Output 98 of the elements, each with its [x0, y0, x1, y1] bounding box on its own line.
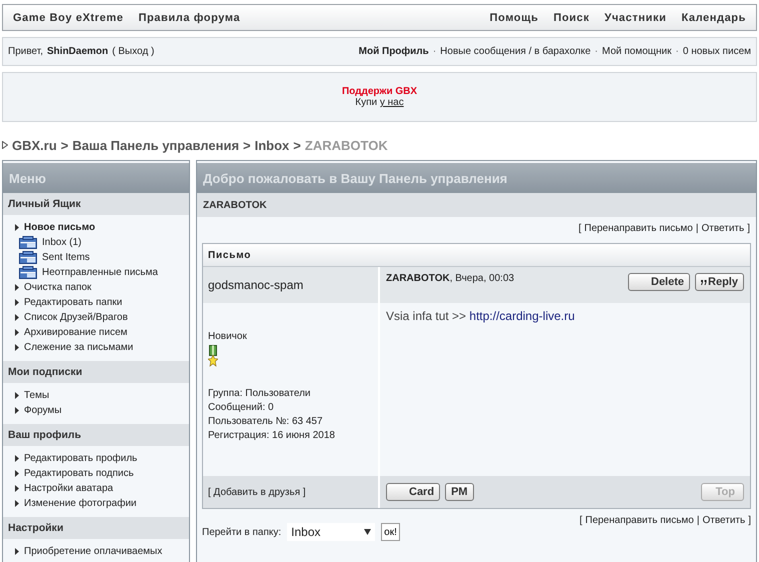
profile-button[interactable]: PM: [445, 483, 474, 501]
section-title: Личный Ящик: [3, 193, 189, 215]
profile-info: Группа: Пользователи: [208, 387, 312, 401]
bullet-icon: [15, 284, 19, 291]
menu-link[interactable]: Редактировать папки: [24, 297, 122, 308]
action-link[interactable]: Ответить: [702, 515, 746, 529]
menu-link[interactable]: Очистка папок: [24, 282, 92, 293]
separator-dot: ·: [432, 46, 436, 57]
folder-link[interactable]: Неотправленные письма: [42, 267, 158, 278]
greeting-text: Привет,: [8, 46, 44, 57]
bullet-icon: [15, 224, 19, 231]
user-link[interactable]: Мой Профиль: [358, 46, 429, 57]
message-text: Vsia infa tut >>: [386, 309, 466, 323]
table-header: Письмо: [203, 244, 750, 267]
bullet-icon: [15, 407, 19, 414]
dropdown-arrow-icon: [364, 529, 372, 535]
reply-button[interactable]: Reply: [695, 273, 744, 291]
add-friend-link[interactable]: [ Добавить в друзья ]: [208, 486, 306, 498]
bullet-icon: [15, 470, 19, 477]
user-link[interactable]: 0 новых писем: [682, 46, 751, 57]
message-link[interactable]: http://carding-live.ru: [469, 309, 575, 323]
banner-title: Поддержи GBX: [342, 86, 418, 97]
nav-link[interactable]: Game Boy eXtreme: [13, 12, 124, 24]
ok-button[interactable]: ок!: [381, 523, 400, 541]
panel-title: Добро пожаловать в Вашу Панель управления: [197, 163, 756, 193]
separator-dot: ·: [676, 46, 679, 57]
menu-link[interactable]: Список Друзей/Врагов: [24, 312, 128, 323]
bullet-icon: [15, 329, 19, 336]
user-rank: Новичок: [208, 331, 248, 342]
nav-link[interactable]: Правила форума: [138, 12, 240, 24]
bracket-text: [: [579, 515, 582, 528]
sidebar-title: Меню: [3, 163, 189, 193]
breadcrumb-link[interactable]: Inbox: [254, 138, 290, 152]
username-link[interactable]: ShinDaemon: [47, 46, 108, 57]
menu-link[interactable]: Архивирование писем: [24, 327, 128, 338]
banner-text: Купи: [355, 97, 378, 108]
breadcrumb-separator: >: [243, 138, 251, 152]
folder-link[interactable]: Inbox (1): [42, 237, 82, 248]
breadcrumb-current: ZARABOTOK: [304, 138, 388, 152]
menu-link[interactable]: Редактировать подпись: [24, 468, 134, 479]
bracket-text: ]: [748, 515, 751, 528]
divider-text: |: [696, 515, 700, 528]
bracket-text: [: [578, 223, 582, 236]
action-link[interactable]: Перенаправить письмо: [585, 515, 694, 529]
section-title: Настройки: [3, 517, 189, 539]
menu-link[interactable]: Приобретение оплачиваемых: [24, 546, 162, 557]
action-link[interactable]: Перенаправить письмо: [584, 223, 693, 237]
section-title: Ваш профиль: [3, 424, 189, 446]
message-subject: ZARABOTOK: [197, 193, 756, 217]
profile-info: Регистрация: 16 июня 2018: [208, 429, 336, 443]
breadcrumb-separator: >: [293, 138, 301, 152]
post-title: ZARABOTOK: [386, 273, 450, 284]
user-link[interactable]: Мой помощник: [602, 46, 672, 57]
bullet-icon: [15, 455, 19, 462]
menu-link[interactable]: Редактировать профиль: [24, 453, 138, 464]
bullet-icon: [15, 500, 19, 507]
logout-link[interactable]: ( Выход ): [112, 46, 154, 57]
medal-icon: [208, 345, 218, 367]
bullet-icon: [15, 392, 19, 399]
folder-icon: [19, 251, 37, 264]
menu-link[interactable]: Настройки аватара: [24, 483, 114, 494]
post-date: , Вчера, 00:03: [450, 273, 514, 284]
nav-link[interactable]: Календарь: [681, 12, 746, 24]
divider-text: |: [696, 223, 698, 236]
folder-select[interactable]: Inbox: [287, 523, 376, 541]
banner-link[interactable]: у нас: [380, 97, 404, 108]
separator-dot: ·: [594, 46, 598, 57]
user-link[interactable]: Новые сообщения / в барахолке: [440, 46, 591, 57]
menu-link[interactable]: Новое письмо: [24, 222, 96, 233]
profile-button[interactable]: Card: [386, 483, 440, 501]
folder-link[interactable]: Sent Items: [42, 252, 90, 263]
triangle-icon: [2, 141, 8, 149]
action-link[interactable]: Ответить: [701, 223, 744, 237]
menu-link[interactable]: Слежение за письмами: [24, 342, 134, 353]
bullet-icon: [15, 548, 19, 555]
section-title: Мои подписки: [3, 361, 189, 383]
nav-link[interactable]: Помощь: [490, 12, 538, 24]
nav-link[interactable]: Участники: [604, 12, 666, 24]
breadcrumb-link[interactable]: GBX.ru: [12, 138, 57, 152]
delete-button[interactable]: Delete: [628, 273, 690, 291]
breadcrumb-link[interactable]: Ваша Панель управления: [72, 138, 240, 152]
bullet-icon: [15, 485, 19, 492]
bullet-icon: [15, 344, 19, 351]
bracket-text: ]: [747, 223, 750, 236]
bullet-icon: [15, 314, 19, 321]
folder-icon: [19, 266, 37, 279]
folder-icon: [19, 236, 37, 249]
author-name: godsmanoc-spam: [203, 267, 380, 303]
folder-jump-label: Перейти в папку:: [202, 526, 282, 538]
profile-info: Пользователь №: 63 457: [208, 415, 324, 429]
menu-link[interactable]: Изменение фотографии: [24, 498, 137, 509]
menu-link[interactable]: Темы: [24, 390, 50, 401]
profile-info: Сообщений: 0: [208, 401, 275, 415]
bullet-icon: [15, 299, 19, 306]
nav-link[interactable]: Поиск: [553, 12, 590, 24]
breadcrumb-separator: >: [60, 138, 68, 152]
quote-icon: [701, 280, 708, 284]
menu-link[interactable]: Форумы: [24, 405, 62, 416]
